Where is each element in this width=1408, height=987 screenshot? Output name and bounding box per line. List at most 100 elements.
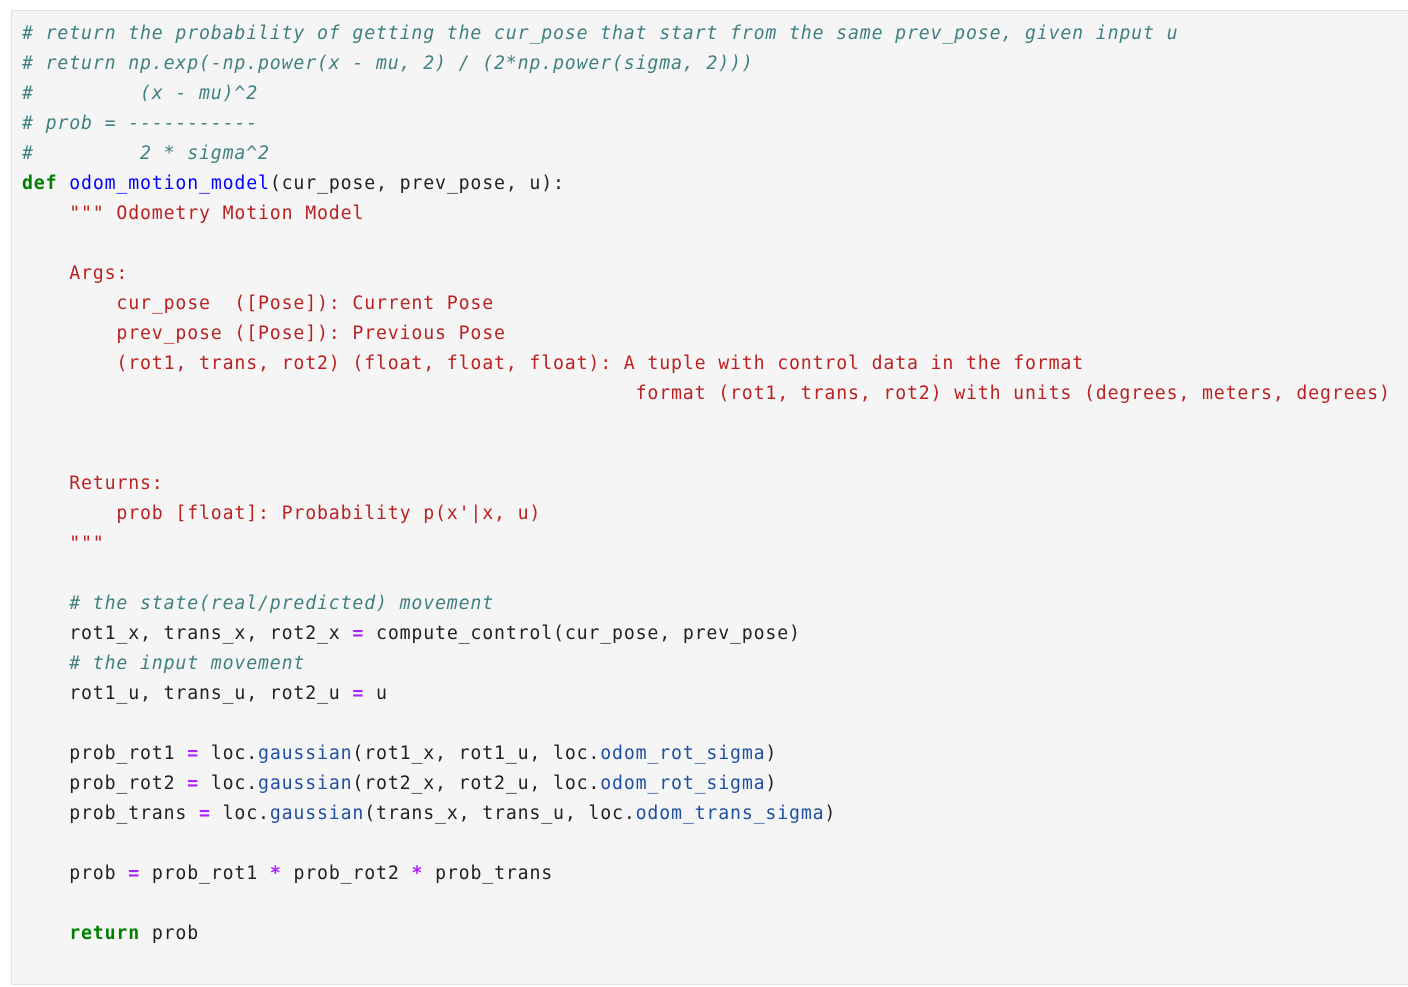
code-line: prev_pose ([Pose]): Previous Pose <box>22 319 1391 349</box>
operator-token: * <box>269 863 282 884</box>
comment-token: # 2 * sigma^2 <box>22 143 270 164</box>
code-line: # the state(real/predicted) movement <box>22 589 1391 619</box>
string-token: prev_pose ([Pose]): Previous Pose <box>116 323 506 344</box>
code-line: prob_trans = loc.gaussian(trans_x, trans… <box>22 799 1391 829</box>
string-token: Returns: <box>69 473 164 494</box>
code-line: # 2 * sigma^2 <box>22 139 1391 169</box>
code-line: Returns: <box>22 469 1391 499</box>
code-line: prob_rot2 = loc.gaussian(rot2_x, rot2_u,… <box>22 769 1391 799</box>
operator-token: = <box>352 623 365 644</box>
keyword-token: return <box>69 923 141 944</box>
code-token: ) <box>824 803 837 824</box>
string-token: """ Odometry Motion Model <box>69 203 365 224</box>
code-line: prob [float]: Probability p(x'|x, u) <box>22 499 1391 529</box>
comment-token: # return the probability of getting the … <box>22 23 1179 44</box>
code-token: prob <box>22 863 129 884</box>
code-token: (rot2_x, rot2_u, loc. <box>352 773 601 794</box>
comment-token: # the input movement <box>69 653 306 674</box>
code-line: """ <box>22 529 1391 559</box>
code-token: u <box>364 683 388 704</box>
code-token: prob_rot1 <box>140 863 270 884</box>
code-token: (rot1_x, rot1_u, loc. <box>352 743 601 764</box>
string-token: Args: <box>69 263 129 284</box>
code-line: cur_pose ([Pose]): Current Pose <box>22 289 1391 319</box>
code-token: rot1_x, trans_x, rot2_x <box>22 623 353 644</box>
keyword-token: def <box>22 173 58 194</box>
code-line: Args: <box>22 259 1391 289</box>
code-token: prob_trans <box>22 803 199 824</box>
code-line: """ Odometry Motion Model <box>22 199 1391 229</box>
attribute-token: odom_rot_sigma <box>600 743 766 764</box>
code-line: format (rot1, trans, rot2) with units (d… <box>22 379 1391 409</box>
string-token: (rot1, trans, rot2) (float, float, float… <box>116 353 1084 374</box>
comment-token: # (x - mu)^2 <box>22 83 258 104</box>
string-token: prob [float]: Probability p(x'|x, u) <box>116 503 542 524</box>
code-line: # return the probability of getting the … <box>22 19 1391 49</box>
code-token: prob_trans <box>423 863 554 884</box>
operator-token: * <box>411 863 424 884</box>
code-line: # the input movement <box>22 649 1391 679</box>
code-token: loc. <box>210 803 270 824</box>
code-line: prob = prob_rot1 * prob_rot2 * prob_tran… <box>22 859 1391 889</box>
attribute-token: gaussian <box>269 803 365 824</box>
code-line: prob_rot1 = loc.gaussian(rot1_x, rot1_u,… <box>22 739 1391 769</box>
code-line: def odom_motion_model(cur_pose, prev_pos… <box>22 169 1391 199</box>
code-line: rot1_u, trans_u, rot2_u = u <box>22 679 1391 709</box>
code-token: rot1_u, trans_u, rot2_u <box>22 683 353 704</box>
string-token: format (rot1, trans, rot2) with units (d… <box>635 383 1391 404</box>
code-token: (cur_pose, prev_pose, u): <box>269 173 565 194</box>
comment-token: # prob = ----------- <box>22 113 258 134</box>
code-token: prob_rot2 <box>22 773 188 794</box>
code-line: # (x - mu)^2 <box>22 79 1391 109</box>
code-token: ) <box>765 743 778 764</box>
attribute-token: odom_trans_sigma <box>635 803 825 824</box>
operator-token: = <box>199 803 211 824</box>
operator-token: = <box>187 743 200 764</box>
string-token: """ <box>69 533 105 554</box>
comment-token: # return np.exp(-np.power(x - mu, 2) / (… <box>22 53 754 74</box>
code-editor[interactable]: # return the probability of getting the … <box>22 19 1391 949</box>
code-token: (trans_x, trans_u, loc. <box>364 803 636 824</box>
operator-token: = <box>352 683 365 704</box>
attribute-token: gaussian <box>258 773 353 794</box>
code-line: # return np.exp(-np.power(x - mu, 2) / (… <box>22 49 1391 79</box>
code-token: compute_control(cur_pose, prev_pose) <box>364 623 801 644</box>
code-token: ) <box>765 773 778 794</box>
comment-token: # the state(real/predicted) movement <box>69 593 494 614</box>
attribute-token: odom_rot_sigma <box>600 773 766 794</box>
code-line: return prob <box>22 919 1391 949</box>
string-token: cur_pose ([Pose]): Current Pose <box>116 293 494 314</box>
code-token: prob <box>140 923 200 944</box>
operator-token: = <box>187 773 200 794</box>
attribute-token: gaussian <box>258 743 353 764</box>
code-token: prob_rot2 <box>281 863 412 884</box>
code-line: rot1_x, trans_x, rot2_x = compute_contro… <box>22 619 1391 649</box>
code-token: loc. <box>199 743 259 764</box>
code-cell[interactable]: # return the probability of getting the … <box>11 10 1408 985</box>
code-token: prob_rot1 <box>22 743 188 764</box>
code-line: (rot1, trans, rot2) (float, float, float… <box>22 349 1391 379</box>
operator-token: = <box>128 863 141 884</box>
code-line: # prob = ----------- <box>22 109 1391 139</box>
code-token: loc. <box>199 773 259 794</box>
function-name-token: odom_motion_model <box>69 173 270 194</box>
